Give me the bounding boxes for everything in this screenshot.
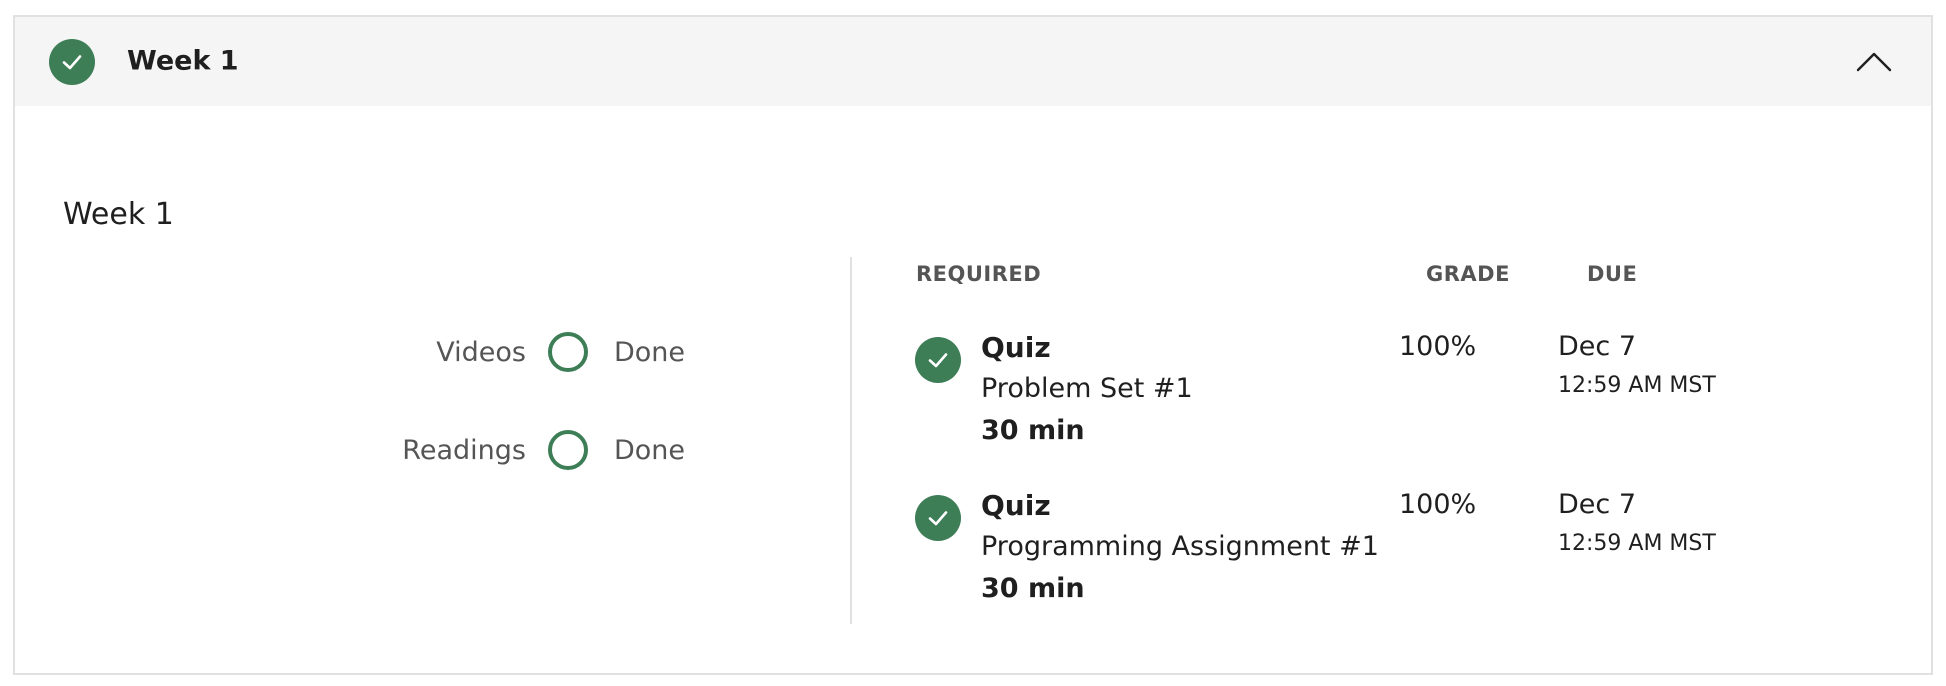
progress-label: Readings <box>402 434 526 466</box>
item-due-time: 12:59 AM MST <box>1558 373 1716 398</box>
week-header[interactable]: Week 1 <box>15 17 1931 106</box>
item-type: Quiz <box>981 489 1051 522</box>
check-circle-icon <box>915 495 961 541</box>
check-circle-icon <box>49 39 95 85</box>
assignment-item[interactable]: Quiz Programming Assignment #1 30 min 10… <box>915 489 1815 619</box>
assignment-item[interactable]: Quiz Problem Set #1 30 min 100% Dec 7 12… <box>915 331 1815 461</box>
week-header-title: Week 1 <box>127 45 239 77</box>
item-name-link[interactable]: Programming Assignment #1 <box>981 531 1379 562</box>
grade-column-header: GRADE <box>1426 262 1510 286</box>
item-grade: 100% <box>1399 331 1477 362</box>
progress-status: Done <box>613 434 685 466</box>
progress-readings: Readings Done <box>402 427 685 473</box>
progress-status: Done <box>613 336 685 368</box>
progress-videos: Videos Done <box>436 329 685 375</box>
check-circle-icon <box>915 337 961 383</box>
chevron-up-icon[interactable] <box>1852 47 1896 77</box>
item-grade: 100% <box>1399 489 1477 520</box>
progress-label: Videos <box>436 336 526 368</box>
empty-circle-icon <box>547 430 588 470</box>
due-column-header: DUE <box>1587 262 1638 286</box>
item-duration: 30 min <box>981 573 1085 604</box>
item-due-date: Dec 7 <box>1558 331 1637 362</box>
section-title: Week 1 <box>63 197 174 232</box>
empty-circle-icon <box>547 332 588 372</box>
item-due-date: Dec 7 <box>1558 489 1637 520</box>
item-name-link[interactable]: Problem Set #1 <box>981 373 1193 404</box>
week-module-card: Week 1 Week 1 Videos Done Readings Done … <box>13 15 1933 675</box>
column-divider <box>850 257 852 624</box>
item-type: Quiz <box>981 331 1051 364</box>
item-due-time: 12:59 AM MST <box>1558 531 1716 556</box>
required-column-header: REQUIRED <box>916 262 1042 286</box>
item-duration: 30 min <box>981 415 1085 446</box>
